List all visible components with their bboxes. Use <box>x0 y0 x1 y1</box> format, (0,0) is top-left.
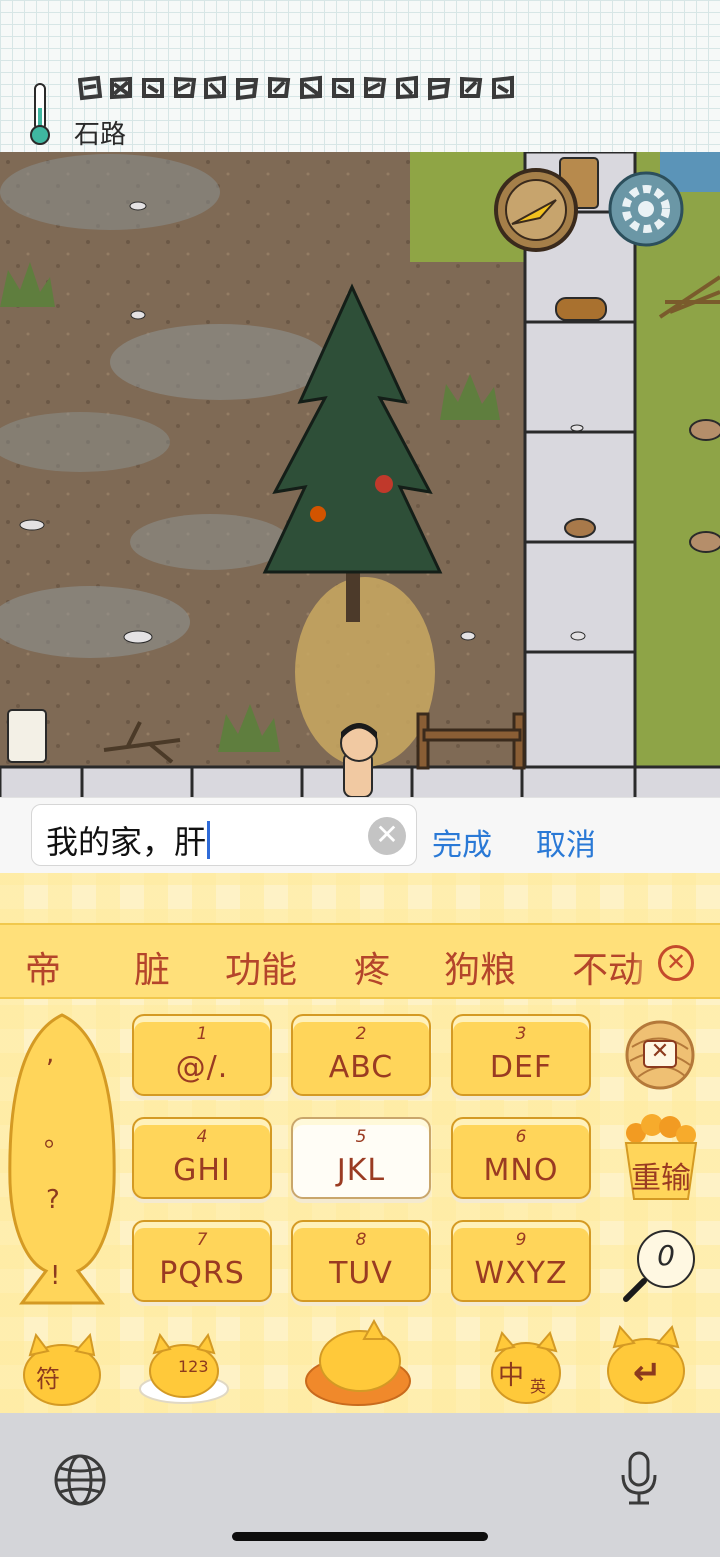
enter-label: ↵ <box>632 1353 662 1393</box>
punct-exclaim[interactable]: ! <box>50 1261 60 1291</box>
bowl-item[interactable] <box>7 709 47 763</box>
key-0[interactable]: 0 <box>622 1225 700 1303</box>
key-3[interactable]: 3 DEF <box>451 1014 591 1096</box>
numeric-key[interactable]: 123 <box>138 1329 230 1407</box>
key-6[interactable]: 6 MNO <box>451 1117 591 1199</box>
key-number: 1 <box>196 1024 208 1044</box>
retype-button[interactable]: 重输 <box>620 1113 702 1203</box>
symbol-label: 符 <box>36 1365 60 1393</box>
candidate-item[interactable]: 疼 <box>354 941 390 993</box>
input-text: 我的家，肝 <box>46 823 207 861</box>
key-7[interactable]: 7 PQRS <box>132 1220 272 1302</box>
key-label: WXYZ <box>474 1256 568 1291</box>
key-1[interactable]: 1 @/. <box>132 1014 272 1096</box>
key-label: DEF <box>489 1050 553 1085</box>
key-label: GHI <box>173 1153 231 1188</box>
microphone-icon[interactable] <box>619 1451 659 1507</box>
done-button[interactable]: 完成 <box>432 820 492 864</box>
key-5[interactable]: 5 JKL <box>291 1117 431 1199</box>
key-number: 7 <box>196 1230 208 1250</box>
grey-patch <box>130 514 290 570</box>
delete-button[interactable]: ✕ <box>624 1019 696 1091</box>
status-header: 石路 <box>0 0 720 152</box>
log-item[interactable] <box>555 297 607 321</box>
retype-label: 重输 <box>631 1161 691 1196</box>
player-character[interactable] <box>340 723 378 797</box>
key-9[interactable]: 9 WXYZ <box>451 1220 591 1302</box>
key-label: PQRS <box>159 1256 245 1291</box>
temperature-scribble-bar <box>78 75 514 101</box>
key-label: TUV <box>329 1256 393 1291</box>
key-number: 4 <box>196 1127 208 1147</box>
cancel-button[interactable]: 取消 <box>536 820 596 864</box>
home-indicator[interactable] <box>232 1532 488 1541</box>
key-label: @/. <box>175 1050 229 1085</box>
cat-on-cushion-icon <box>305 1319 411 1406</box>
punct-comma[interactable]: , <box>46 1039 54 1069</box>
grass-area <box>636 152 720 797</box>
bowl-item[interactable] <box>564 518 596 538</box>
candidate-item[interactable]: 脏 <box>134 941 170 993</box>
compass-icon[interactable] <box>494 168 578 252</box>
game-world[interactable] <box>0 152 720 797</box>
biome-label: 石路 <box>74 120 127 150</box>
lang-en-label: 英 <box>530 1377 547 1396</box>
cat-icon <box>23 1332 101 1406</box>
candidate-bar: 帝 脏 功能 疼 狗粮 不动 ✕ <box>0 923 720 999</box>
rock <box>689 419 720 441</box>
candidate-item[interactable]: 帝 <box>25 941 61 993</box>
language-switch-key[interactable]: 中 英 <box>488 1329 564 1405</box>
lang-zh-label: 中 <box>498 1361 525 1391</box>
globe-icon[interactable] <box>53 1453 107 1507</box>
key-number: 5 <box>355 1127 367 1147</box>
key-number: 9 <box>515 1230 527 1250</box>
key-number: 6 <box>515 1127 527 1147</box>
key-number: 3 <box>515 1024 527 1044</box>
gear-icon[interactable] <box>608 171 684 247</box>
candidate-fade <box>632 925 654 997</box>
space-key[interactable] <box>304 1319 412 1407</box>
candidate-close-button[interactable]: ✕ <box>658 945 694 981</box>
rock <box>689 531 720 553</box>
ime-keyboard: 帝 脏 功能 疼 狗粮 不动 ✕ , 。 ? ! 1 @/. 2 ABC 3 D… <box>0 873 720 1413</box>
key-label: JKL <box>336 1153 386 1188</box>
candidate-item[interactable]: 狗粮 <box>444 941 516 993</box>
key-label: ABC <box>328 1050 394 1085</box>
system-keyboard-bar <box>0 1413 720 1557</box>
punct-question[interactable]: ? <box>46 1185 60 1215</box>
zero-label: 0 <box>657 1239 675 1272</box>
candidate-item[interactable]: 功能 <box>225 941 297 993</box>
key-4[interactable]: 4 GHI <box>132 1117 272 1199</box>
text-caret <box>207 821 211 859</box>
key-2[interactable]: 2 ABC <box>291 1014 431 1096</box>
key-number: 8 <box>355 1230 367 1250</box>
punct-period[interactable]: 。 <box>44 1117 70 1154</box>
delete-label: ✕ <box>650 1039 670 1064</box>
enter-key[interactable]: ↵ <box>604 1325 690 1405</box>
grey-patch <box>0 154 220 230</box>
key-8[interactable]: 8 TUV <box>291 1220 431 1302</box>
text-input-bar: 我的家，肝 ✕ 完成 取消 <box>0 797 720 873</box>
key-number: 2 <box>355 1024 367 1044</box>
symbol-key[interactable]: 符 <box>14 1329 110 1407</box>
key-label: MNO <box>483 1153 559 1188</box>
name-input[interactable]: 我的家，肝 ✕ <box>31 804 417 866</box>
clear-input-button[interactable]: ✕ <box>368 817 406 855</box>
punctuation-column[interactable] <box>6 1013 118 1305</box>
numeric-label: 123 <box>178 1357 209 1376</box>
grey-patch <box>110 324 330 400</box>
thermometer-icon <box>30 83 50 145</box>
